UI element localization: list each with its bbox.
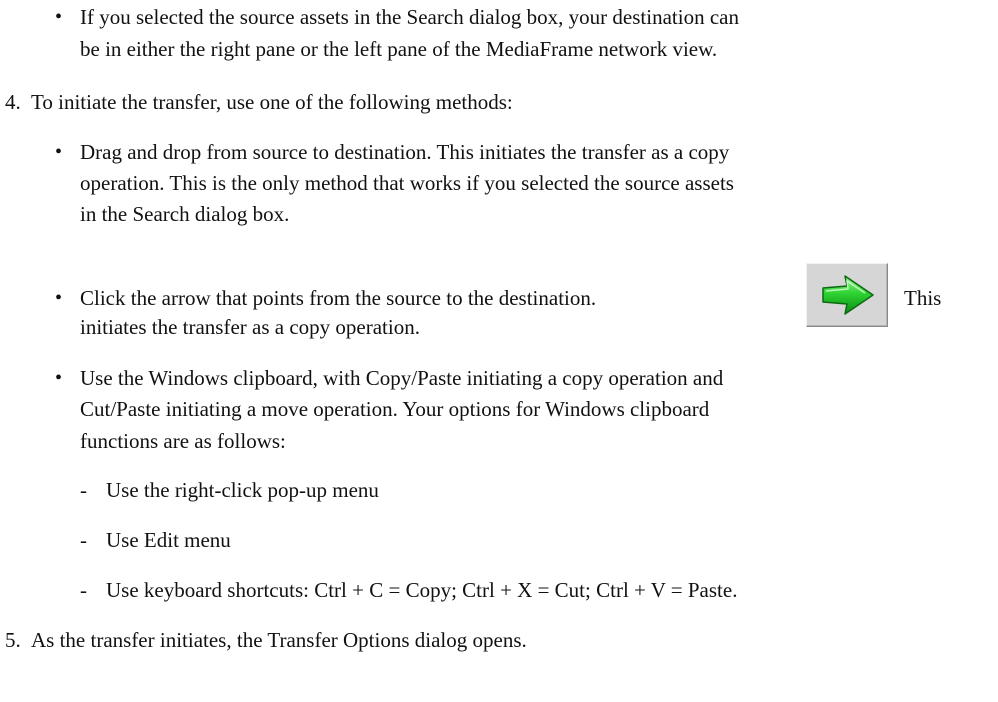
bullet-text-line: Drag and drop from source to destination… xyxy=(80,140,730,164)
bullet-marker: • xyxy=(55,367,63,389)
step-number: 4. xyxy=(5,90,21,114)
green-right-arrow-icon xyxy=(822,275,874,315)
sub-item-dash: - xyxy=(80,478,87,502)
step-number: 5. xyxy=(5,628,21,652)
bullet-text-line: If you selected the source assets in the… xyxy=(80,5,739,29)
bullet-text-line: in the Search dialog box. xyxy=(80,202,290,226)
bullet-text-line: Use the Windows clipboard, with Copy/Pas… xyxy=(80,366,724,390)
bullet-marker: • xyxy=(55,141,63,163)
transfer-arrow-button xyxy=(806,263,888,327)
sub-item-text: Use the right-click pop-up menu xyxy=(106,478,379,502)
bullet-text-line: initiates the transfer as a copy operati… xyxy=(80,315,420,339)
sub-item-dash: - xyxy=(80,578,87,602)
bullet-text-line: be in either the right pane or the left … xyxy=(80,37,718,61)
sub-item-text: Use Edit menu xyxy=(106,528,231,552)
bullet-marker: • xyxy=(55,287,63,309)
bullet-text-line: functions are as follows: xyxy=(80,429,286,453)
bullet-marker: • xyxy=(55,6,63,28)
bullet-text-line: operation. This is the only method that … xyxy=(80,171,734,195)
sub-item-dash: - xyxy=(80,528,87,552)
bullet-text-line: Cut/Paste initiating a move operation. Y… xyxy=(80,397,710,421)
step-text: To initiate the transfer, use one of the… xyxy=(31,90,513,114)
sub-item-text: Use keyboard shortcuts: Ctrl + C = Copy;… xyxy=(106,578,738,602)
bullet-trailing-word: This xyxy=(904,286,942,310)
step-text: As the transfer initiates, the Transfer … xyxy=(31,628,527,652)
bullet-text-line: Click the arrow that points from the sou… xyxy=(80,286,597,310)
